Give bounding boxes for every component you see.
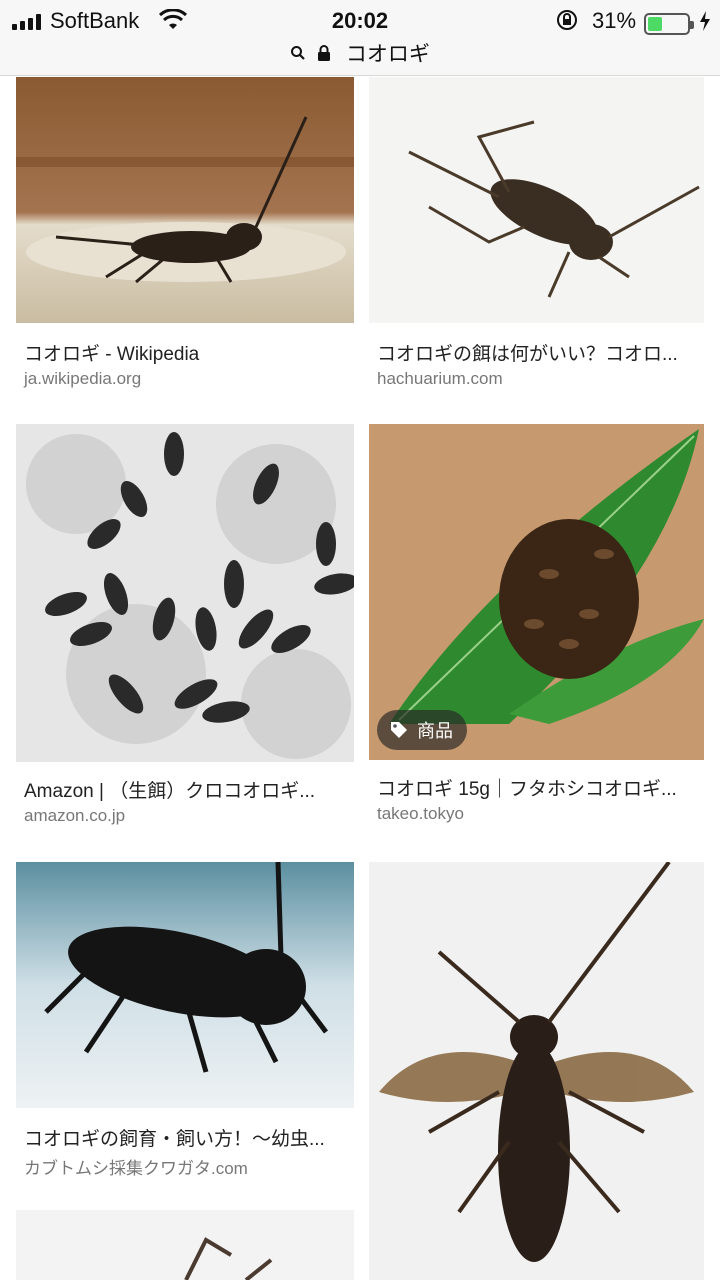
image-result-card[interactable] [16, 1210, 354, 1280]
result-thumbnail[interactable] [16, 77, 354, 323]
image-result-card[interactable] [369, 862, 704, 1280]
charging-icon [700, 11, 710, 31]
lock-icon [318, 45, 330, 61]
search-query: コオロギ [345, 43, 430, 66]
result-source: カブトムシ採集クワガタ.com [24, 1159, 248, 1178]
result-title[interactable]: Amazon | （生餌）クロコオロギ... [24, 776, 315, 803]
image-result-card[interactable]: コオロギ - Wikipedia ja.wikipedia.org [16, 77, 354, 397]
result-source: amazon.co.jp [24, 806, 126, 825]
result-thumbnail[interactable] [16, 1210, 354, 1280]
browser-top-bar: SoftBank 20:02 31% コオロギ [0, 0, 720, 76]
battery-percent: 31% [592, 8, 637, 33]
result-source: hachuarium.com [377, 369, 503, 388]
result-thumbnail[interactable] [16, 424, 354, 762]
rotation-lock-icon [557, 10, 577, 30]
status-bar: SoftBank 20:02 31% [0, 6, 720, 36]
shopping-badge-label: 商品 [417, 721, 453, 741]
result-title[interactable]: コオロギの飼育・飼い方！〜幼虫... [24, 1124, 325, 1151]
result-title[interactable]: コオロギ 15g｜フタホシコオロギ... [377, 774, 677, 801]
result-thumbnail[interactable] [16, 862, 354, 1108]
battery-icon [644, 13, 694, 35]
result-thumbnail[interactable] [369, 77, 704, 323]
result-thumbnail[interactable]: 商品 [369, 424, 704, 760]
shopping-badge: 商品 [377, 710, 467, 750]
image-result-card[interactable]: Amazon | （生餌）クロコオロギ... amazon.co.jp [16, 424, 354, 834]
search-icon [291, 46, 305, 60]
result-source: ja.wikipedia.org [24, 369, 142, 388]
image-result-card[interactable]: コオロギの飼育・飼い方！〜幼虫... カブトムシ採集クワガタ.com [16, 862, 354, 1182]
result-title[interactable]: コオロギ - Wikipedia [24, 339, 199, 366]
result-title[interactable]: コオロギの餌は何がいい？コオロ... [377, 339, 678, 366]
tag-icon [391, 722, 407, 738]
address-bar[interactable]: コオロギ [0, 38, 720, 68]
result-thumbnail[interactable] [369, 862, 704, 1280]
result-source: takeo.tokyo [377, 804, 464, 823]
image-result-card[interactable]: コオロギの餌は何がいい？コオロ... hachuarium.com [369, 77, 704, 397]
image-result-card[interactable]: 商品 コオロギ 15g｜フタホシコオロギ... takeo.tokyo [369, 424, 704, 834]
